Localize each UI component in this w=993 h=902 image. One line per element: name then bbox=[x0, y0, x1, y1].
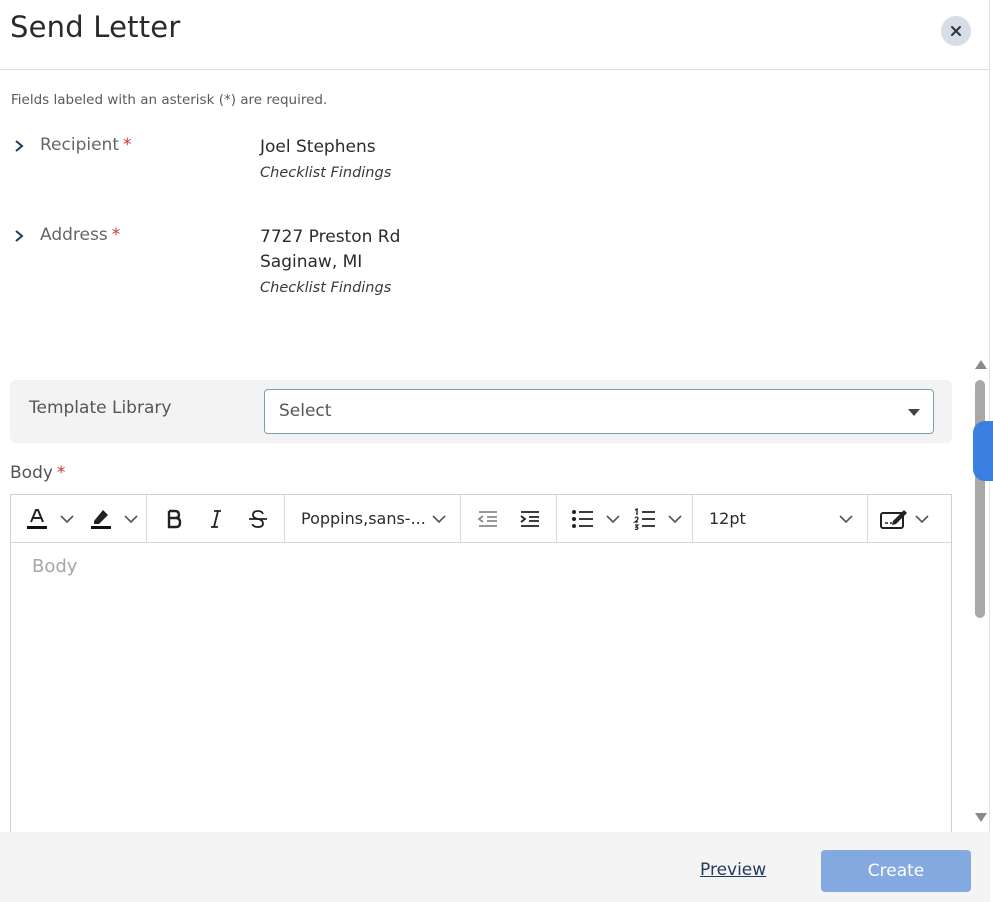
recipient-values: Joel Stephens Checklist Findings bbox=[260, 135, 600, 186]
highlight-color-button[interactable] bbox=[87, 505, 115, 533]
highlight-icon bbox=[91, 510, 111, 529]
body-placeholder: Body bbox=[32, 556, 78, 577]
modal-header: Send Letter bbox=[0, 0, 990, 70]
chevron-right-icon[interactable] bbox=[12, 139, 26, 153]
chevron-down-icon bbox=[915, 515, 929, 524]
close-button[interactable] bbox=[941, 16, 971, 46]
recipient-name: Joel Stephens bbox=[260, 137, 376, 157]
scrollbar-thumb[interactable] bbox=[975, 380, 985, 618]
signature-icon bbox=[880, 510, 907, 529]
outdent-button[interactable] bbox=[475, 505, 501, 533]
font-family-select[interactable]: Poppins,sans-... bbox=[285, 495, 461, 543]
template-library-select[interactable]: Select bbox=[264, 389, 934, 434]
required-asterisk: * bbox=[56, 463, 66, 483]
template-library-label: Template Library bbox=[29, 398, 172, 418]
bullet-list-dropdown[interactable] bbox=[603, 505, 623, 533]
chevron-down-icon bbox=[839, 515, 853, 524]
modal-footer: Preview Create bbox=[0, 832, 990, 902]
chevron-down-icon bbox=[432, 515, 446, 524]
side-panel-tab[interactable] bbox=[973, 421, 993, 481]
chevron-down-icon bbox=[60, 515, 74, 524]
text-color-button[interactable] bbox=[23, 505, 51, 533]
font-family-value: Poppins,sans-... bbox=[301, 509, 426, 528]
indent-icon bbox=[520, 511, 539, 527]
address-label: Address * bbox=[40, 225, 120, 245]
indent-group bbox=[461, 495, 557, 543]
body-label: Body * bbox=[10, 463, 65, 483]
font-size-select[interactable]: 12pt bbox=[693, 495, 868, 543]
required-asterisk: * bbox=[123, 135, 132, 155]
scroll-up-arrow-icon[interactable] bbox=[975, 360, 987, 369]
signature-button[interactable] bbox=[878, 505, 910, 533]
italic-button[interactable] bbox=[203, 505, 229, 533]
required-asterisk: * bbox=[111, 225, 121, 245]
bullet-list-icon bbox=[572, 510, 593, 528]
send-letter-modal: Send Letter Fields labeled with an aster… bbox=[0, 0, 993, 902]
rich-text-editor: Poppins,sans-... 12pt Body bbox=[10, 494, 952, 839]
create-button[interactable]: Create bbox=[821, 850, 971, 892]
recipient-row: Recipient * Joel Stephens Checklist Findi… bbox=[10, 135, 610, 195]
address-row: Address * 7727 Preston Rd Saginaw, MI Che… bbox=[10, 225, 610, 305]
numbered-list-dropdown[interactable] bbox=[665, 505, 685, 533]
recipient-label: Recipient * bbox=[40, 135, 132, 155]
address-values: 7727 Preston Rd Saginaw, MI Checklist Fi… bbox=[260, 225, 600, 301]
editor-toolbar: Poppins,sans-... 12pt bbox=[11, 495, 951, 543]
italic-icon bbox=[211, 510, 221, 528]
preview-link[interactable]: Preview bbox=[700, 860, 766, 880]
text-color-icon bbox=[27, 509, 47, 529]
address-line2: Saginaw, MI bbox=[260, 252, 363, 272]
font-size-value: 12pt bbox=[709, 509, 746, 528]
address-label-text: Address bbox=[40, 225, 108, 245]
scroll-down-arrow-icon[interactable] bbox=[975, 813, 987, 822]
color-group bbox=[11, 495, 147, 543]
format-group bbox=[147, 495, 285, 543]
recipient-source: Checklist Findings bbox=[260, 165, 392, 181]
bold-icon bbox=[167, 509, 182, 529]
body-label-text: Body bbox=[10, 463, 53, 483]
modal-title: Send Letter bbox=[10, 10, 181, 44]
template-library-section: Template Library Select bbox=[10, 380, 952, 443]
address-source: Checklist Findings bbox=[260, 280, 392, 296]
required-fields-note: Fields labeled with an asterisk (*) are … bbox=[11, 92, 328, 108]
list-group bbox=[557, 495, 693, 543]
body-editor-area[interactable]: Body bbox=[11, 544, 951, 834]
template-select-value: Select bbox=[279, 401, 332, 421]
close-icon bbox=[951, 26, 961, 36]
signature-group bbox=[868, 495, 951, 543]
chevron-right-icon[interactable] bbox=[12, 229, 26, 243]
signature-dropdown[interactable] bbox=[912, 505, 932, 533]
numbered-list-button[interactable] bbox=[631, 505, 659, 533]
chevron-down-icon bbox=[124, 515, 138, 524]
indent-button[interactable] bbox=[517, 505, 543, 533]
highlight-color-dropdown[interactable] bbox=[121, 505, 141, 533]
numbered-list-icon bbox=[633, 508, 655, 530]
strikethrough-button[interactable] bbox=[245, 505, 271, 533]
address-line1: 7727 Preston Rd bbox=[260, 227, 401, 247]
recipient-label-text: Recipient bbox=[40, 135, 119, 155]
bold-button[interactable] bbox=[161, 505, 187, 533]
caret-down-icon bbox=[908, 409, 920, 416]
text-color-dropdown[interactable] bbox=[57, 505, 77, 533]
strikethrough-icon bbox=[249, 510, 267, 528]
chevron-down-icon bbox=[668, 515, 682, 524]
outdent-icon bbox=[477, 511, 497, 527]
bullet-list-button[interactable] bbox=[569, 505, 597, 533]
chevron-down-icon bbox=[606, 515, 620, 524]
